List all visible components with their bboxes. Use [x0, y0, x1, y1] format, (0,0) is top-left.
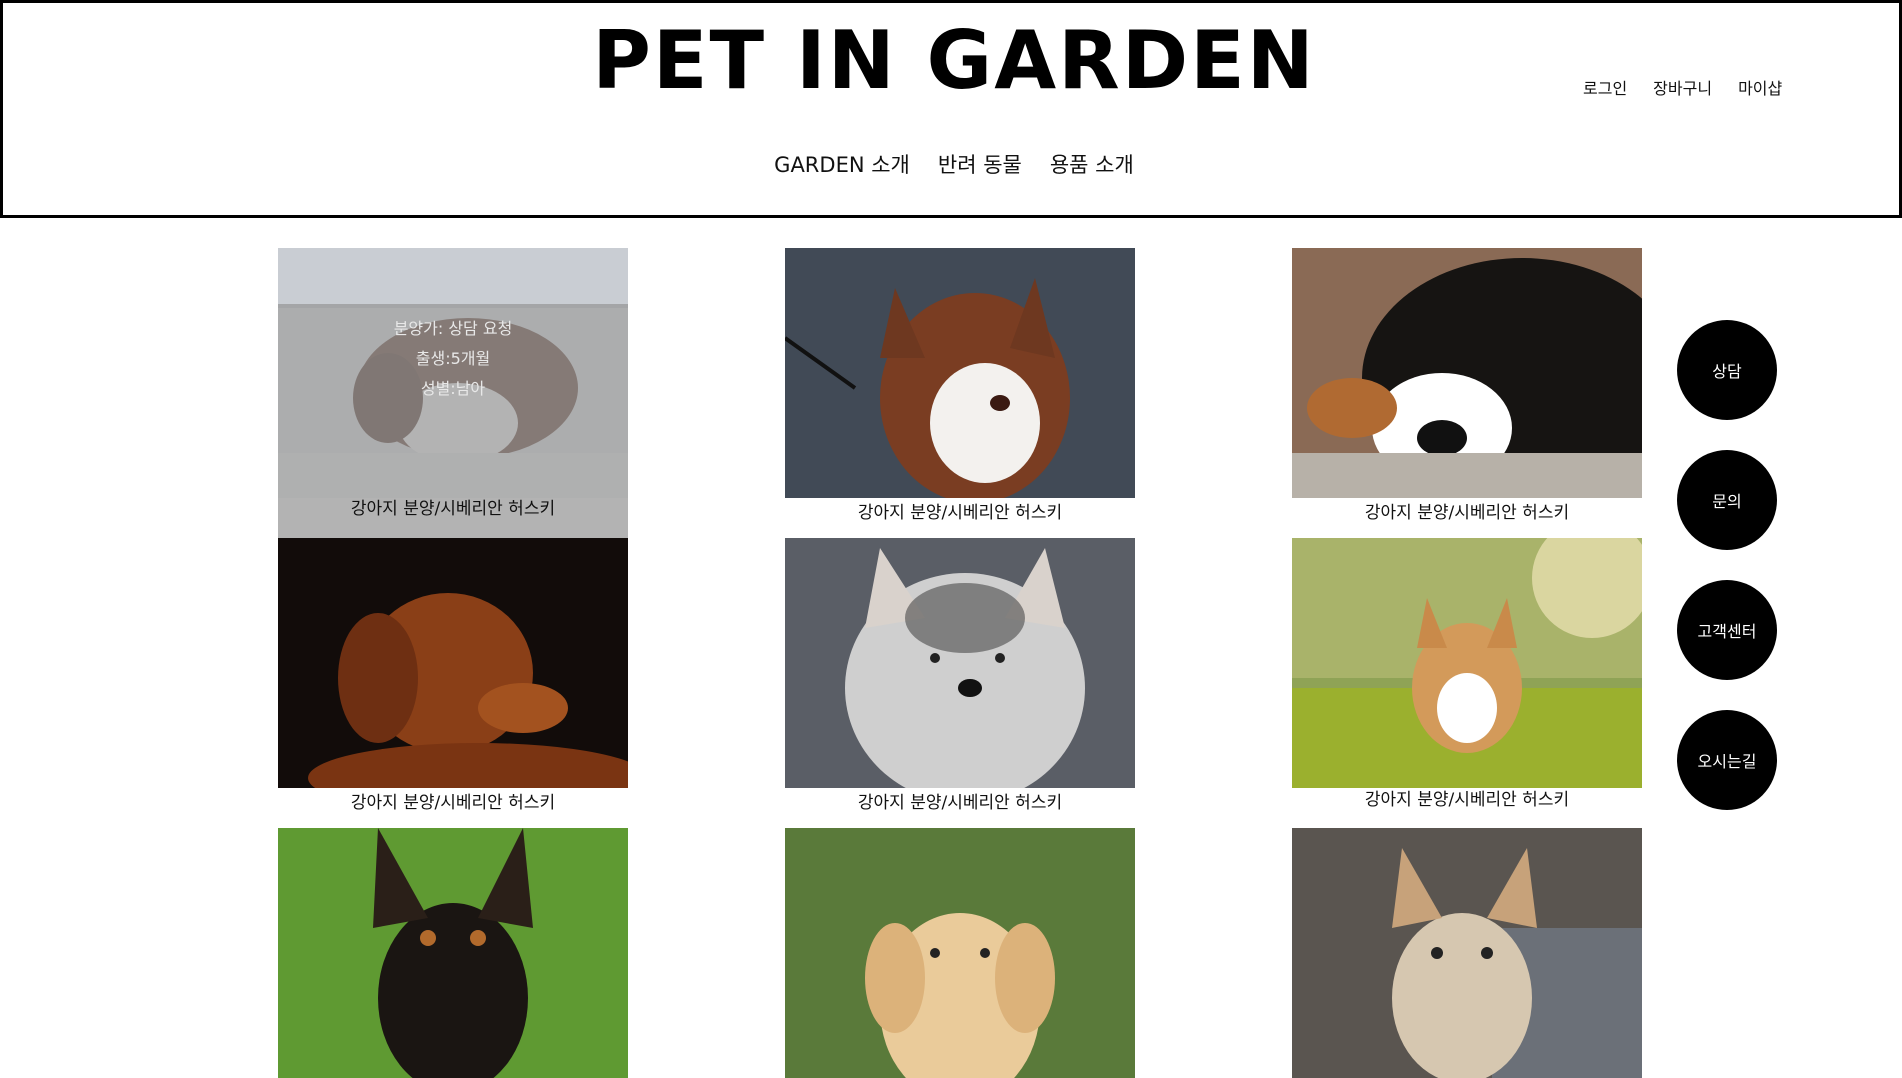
- product-caption[interactable]: 강아지 분양/시베리안 허스키: [1292, 789, 1642, 811]
- nav-supplies[interactable]: 용품 소개: [1050, 149, 1134, 179]
- consult-button[interactable]: 상담: [1677, 320, 1777, 420]
- product-card[interactable]: 강아지 분양/시베리안 허스키: [785, 248, 1135, 524]
- login-link[interactable]: 로그인: [1583, 75, 1627, 99]
- hover-details: 분양가: 상담 요청 출생:5개월 성별:남아: [278, 314, 628, 404]
- product-grid: 분양가: 상담 요청 출생:5개월 성별:남아 강아지 분양/시베리안 허스키 …: [278, 248, 1644, 1078]
- product-photo[interactable]: [1292, 538, 1642, 788]
- product-caption[interactable]: 강아지 분양/시베리안 허스키: [1292, 502, 1642, 524]
- dog-image: [278, 828, 628, 1078]
- product-photo[interactable]: [278, 538, 628, 788]
- main-nav: GARDEN 소개 반려 동물 용품 소개: [3, 149, 1902, 179]
- product-photo[interactable]: [278, 828, 628, 1078]
- nav-garden-intro[interactable]: GARDEN 소개: [774, 149, 910, 179]
- inquiry-button[interactable]: 문의: [1677, 450, 1777, 550]
- cart-link[interactable]: 장바구니: [1653, 75, 1712, 99]
- nav-pets[interactable]: 반려 동물: [938, 149, 1022, 179]
- product-card[interactable]: 분양가: 상담 요청 출생:5개월 성별:남아 강아지 분양/시베리안 허스키: [278, 248, 628, 538]
- utility-links: 로그인 장바구니 마이샵: [1583, 75, 1782, 99]
- dog-image: [1292, 248, 1642, 498]
- directions-button[interactable]: 오시는길: [1677, 710, 1777, 810]
- dog-image: [785, 828, 1135, 1078]
- product-card[interactable]: 강아지 분양/시베리안 허스키: [1292, 538, 1642, 811]
- product-card[interactable]: 강아지 분양/시베리안 허스키: [1292, 248, 1642, 524]
- product-photo[interactable]: [1292, 828, 1642, 1078]
- product-photo[interactable]: [785, 248, 1135, 498]
- dog-image: [1292, 538, 1642, 788]
- product-card[interactable]: [785, 828, 1135, 1078]
- product-photo[interactable]: [785, 538, 1135, 788]
- product-caption[interactable]: 강아지 분양/시베리안 허스키: [785, 792, 1135, 814]
- product-card[interactable]: 강아지 분양/시베리안 허스키: [278, 538, 628, 814]
- price-text: 분양가: 상담 요청: [393, 319, 513, 338]
- product-caption[interactable]: 강아지 분양/시베리안 허스키: [278, 494, 628, 519]
- customer-center-button[interactable]: 고객센터: [1677, 580, 1777, 680]
- site-header: PET IN GARDEN 로그인 장바구니 마이샵 GARDEN 소개 반려 …: [0, 0, 1902, 218]
- product-caption[interactable]: 강아지 분양/시베리안 허스키: [278, 792, 628, 814]
- quick-menu: 상담 문의 고객센터 오시는길: [1677, 320, 1777, 840]
- product-caption[interactable]: 강아지 분양/시베리안 허스키: [785, 502, 1135, 524]
- product-photo[interactable]: [1292, 248, 1642, 498]
- myshop-link[interactable]: 마이샵: [1738, 75, 1782, 99]
- dog-image: [785, 538, 1135, 788]
- product-card[interactable]: 강아지 분양/시베리안 허스키: [785, 538, 1135, 814]
- product-card[interactable]: [1292, 828, 1642, 1078]
- birth-text: 출생:5개월: [415, 349, 491, 368]
- product-photo[interactable]: [785, 828, 1135, 1078]
- dog-image: [1292, 828, 1642, 1078]
- dog-image: [785, 248, 1135, 498]
- dog-image: [278, 538, 628, 788]
- sex-text: 성별:남아: [420, 379, 486, 398]
- product-card[interactable]: [278, 828, 628, 1078]
